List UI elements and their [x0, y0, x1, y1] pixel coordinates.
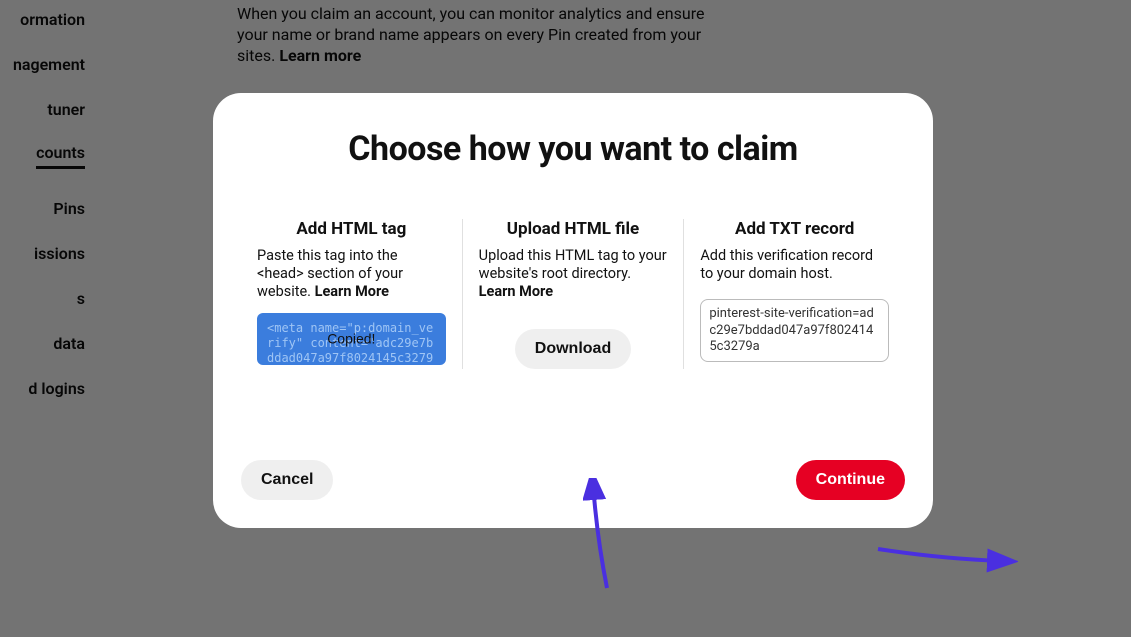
option-upload-file-learn-more[interactable]: Learn More [479, 283, 553, 301]
txt-record-box[interactable]: pinterest-site-verification=adc29e7bddad… [700, 299, 889, 362]
option-txt-record: Add TXT record Add this verification rec… [684, 219, 905, 369]
html-tag-code-box[interactable]: <meta name="p:domain_verify" content="ad… [257, 313, 446, 365]
cancel-button[interactable]: Cancel [241, 460, 333, 500]
download-button[interactable]: Download [515, 329, 631, 369]
option-html-tag-learn-more[interactable]: Learn More [315, 283, 389, 301]
options-row: Add HTML tag Paste this tag into the <he… [241, 219, 905, 369]
option-html-tag-title: Add HTML tag [257, 219, 446, 239]
modal-title: Choose how you want to claim [241, 129, 905, 169]
option-upload-file: Upload HTML file Upload this HTML tag to… [463, 219, 685, 369]
option-html-tag-desc: Paste this tag into the <head> section o… [257, 247, 446, 313]
option-upload-file-desc: Upload this HTML tag to your website's r… [479, 247, 668, 313]
copied-label: Copied! [327, 331, 375, 349]
claim-modal: Choose how you want to claim Add HTML ta… [213, 93, 933, 528]
option-upload-file-title: Upload HTML file [479, 219, 668, 239]
continue-button[interactable]: Continue [796, 460, 905, 500]
option-txt-record-desc: Add this verification record to your dom… [700, 247, 889, 283]
option-html-tag: Add HTML tag Paste this tag into the <he… [241, 219, 463, 369]
modal-footer: Cancel Continue [241, 460, 905, 500]
option-txt-record-title: Add TXT record [700, 219, 889, 239]
